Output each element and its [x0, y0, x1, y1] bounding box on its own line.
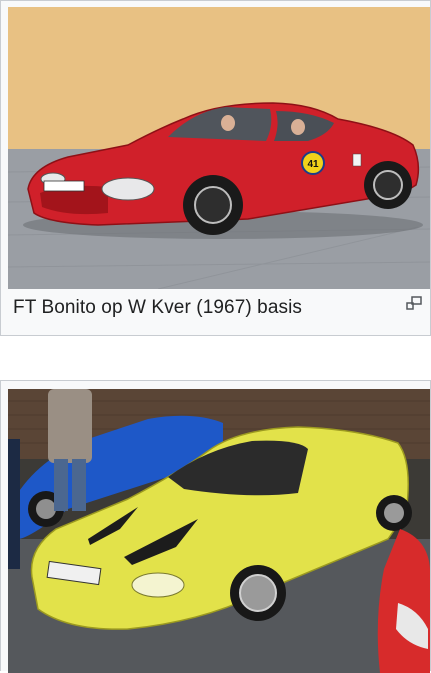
figure-image-red-bonito[interactable]: 41 [8, 7, 430, 289]
thumbnail-figure [0, 380, 431, 673]
thumbnail-figure: 41 FT Bonito op W Kver (1967) basis [0, 0, 431, 336]
figure-image-yellow-bonito[interactable] [8, 389, 430, 673]
magnify-clip-icon[interactable] [406, 296, 422, 310]
red-car-photo: 41 [8, 7, 430, 289]
yellow-car-photo [8, 389, 430, 673]
figure-caption: FT Bonito op W Kver (1967) basis [13, 297, 303, 318]
race-number: 41 [307, 159, 319, 170]
